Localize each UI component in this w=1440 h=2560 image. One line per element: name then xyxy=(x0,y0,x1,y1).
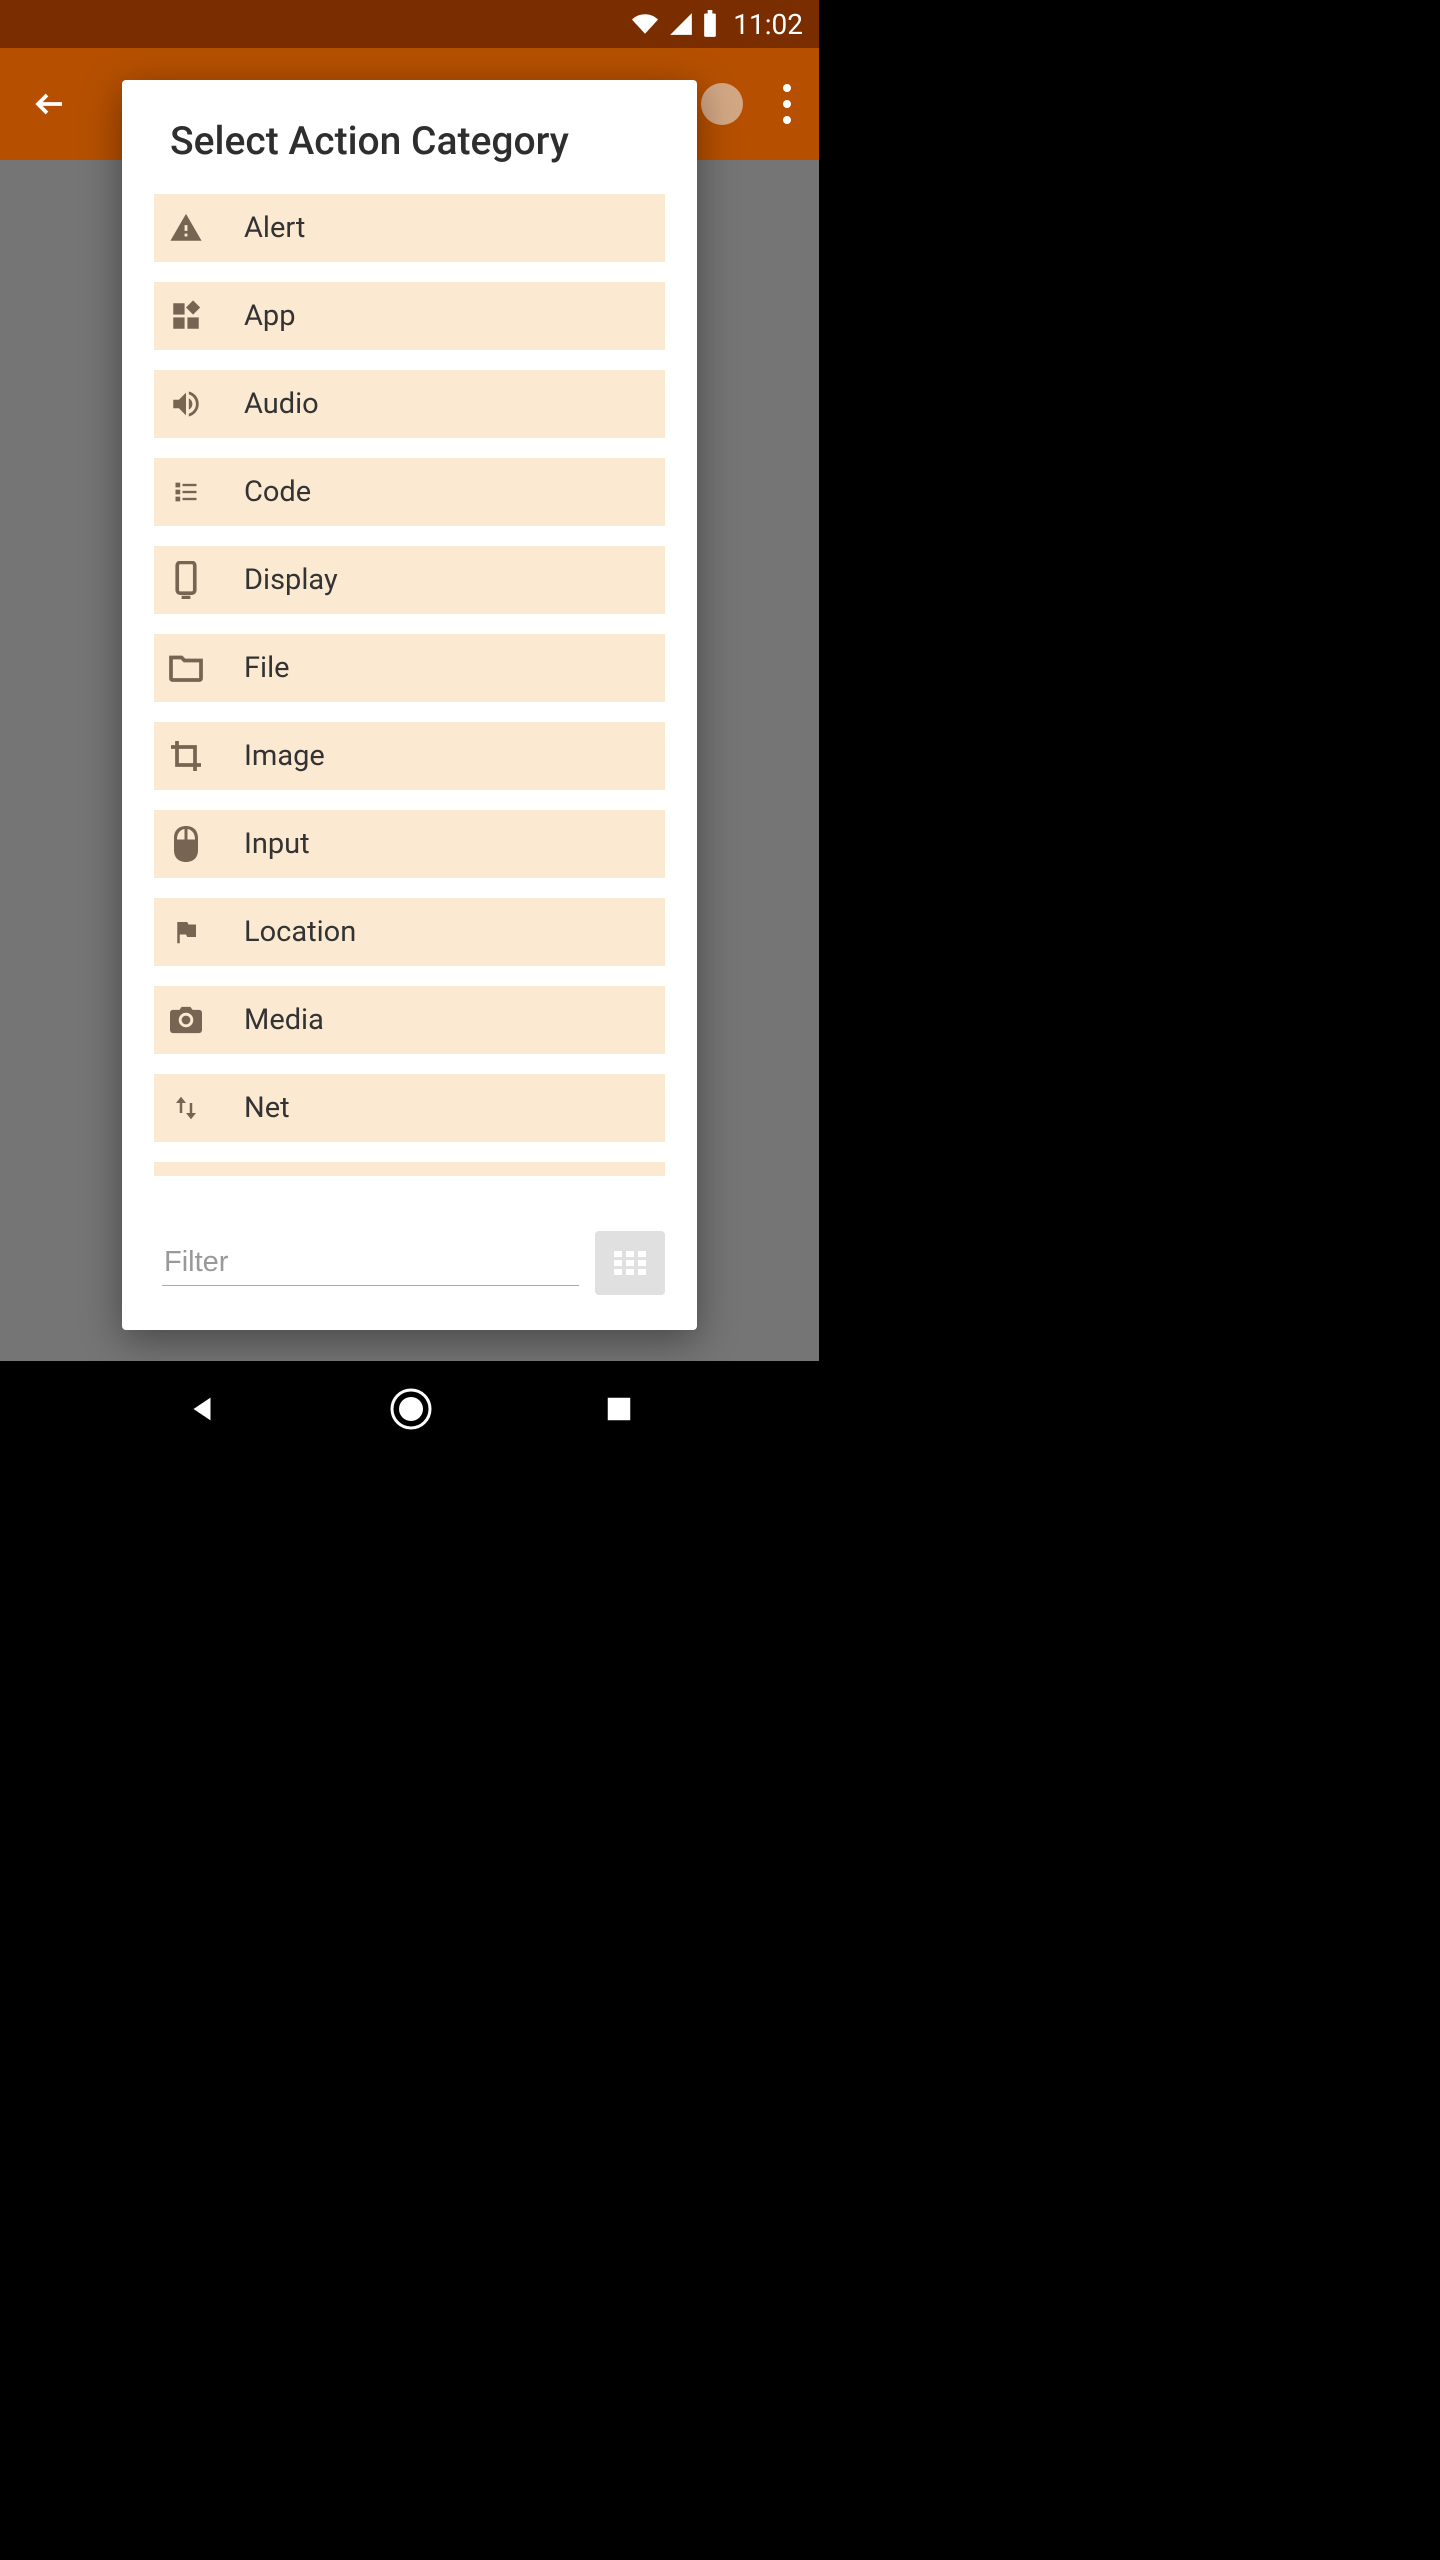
category-item-display[interactable]: Display xyxy=(154,546,665,614)
smartphone-icon xyxy=(168,562,204,598)
category-label: Audio xyxy=(244,387,319,421)
swap-vert-icon xyxy=(168,1090,204,1126)
battery-icon xyxy=(701,10,719,38)
category-label: Media xyxy=(244,1003,324,1037)
nav-home-icon[interactable] xyxy=(389,1387,433,1431)
clock-text: 11:02 xyxy=(733,8,803,41)
category-list[interactable]: Alert App Audio Code Dis xyxy=(122,194,697,1215)
category-item-audio[interactable]: Audio xyxy=(154,370,665,438)
mouse-icon xyxy=(168,826,204,862)
dialog-footer xyxy=(122,1215,697,1330)
category-item-media[interactable]: Media xyxy=(154,986,665,1054)
category-item-file[interactable]: File xyxy=(154,634,665,702)
category-label: Alert xyxy=(244,211,305,245)
category-label: App xyxy=(244,299,296,333)
camera-icon xyxy=(168,1002,204,1038)
widgets-icon xyxy=(168,298,204,334)
category-item-alert[interactable]: Alert xyxy=(154,194,665,262)
list-icon xyxy=(168,474,204,510)
nav-recent-icon[interactable] xyxy=(604,1394,634,1424)
status-bar: 11:02 xyxy=(0,0,819,48)
category-label: Net xyxy=(244,1091,290,1125)
category-label: File xyxy=(244,651,290,685)
select-action-category-dialog: Select Action Category Alert App Audio xyxy=(122,80,697,1330)
flag-icon xyxy=(168,914,204,950)
category-item-partial[interactable] xyxy=(154,1162,665,1176)
warning-icon xyxy=(168,210,204,246)
category-item-code[interactable]: Code xyxy=(154,458,665,526)
category-item-input[interactable]: Input xyxy=(154,810,665,878)
category-label: Image xyxy=(244,739,325,773)
wifi-icon xyxy=(629,11,661,37)
overflow-menu-icon[interactable] xyxy=(783,84,791,124)
back-arrow-icon[interactable] xyxy=(32,86,68,122)
folder-icon xyxy=(168,650,204,686)
status-icons: 11:02 xyxy=(629,8,803,41)
system-nav-bar xyxy=(0,1361,819,1456)
category-label: Display xyxy=(244,563,338,597)
grid-view-button[interactable] xyxy=(595,1231,665,1295)
category-label: Location xyxy=(244,915,356,949)
search-clear-icon[interactable] xyxy=(701,83,743,125)
grid-icon xyxy=(612,1249,648,1277)
category-item-net[interactable]: Net xyxy=(154,1074,665,1142)
nav-back-icon[interactable] xyxy=(185,1392,219,1426)
volume-icon xyxy=(168,386,204,422)
category-item-app[interactable]: App xyxy=(154,282,665,350)
category-item-image[interactable]: Image xyxy=(154,722,665,790)
filter-input[interactable] xyxy=(162,1240,579,1286)
category-label: Input xyxy=(244,827,310,861)
cellular-icon xyxy=(667,11,695,37)
dialog-title: Select Action Category xyxy=(122,80,697,194)
crop-icon xyxy=(168,738,204,774)
category-label: Code xyxy=(244,475,311,509)
category-item-location[interactable]: Location xyxy=(154,898,665,966)
